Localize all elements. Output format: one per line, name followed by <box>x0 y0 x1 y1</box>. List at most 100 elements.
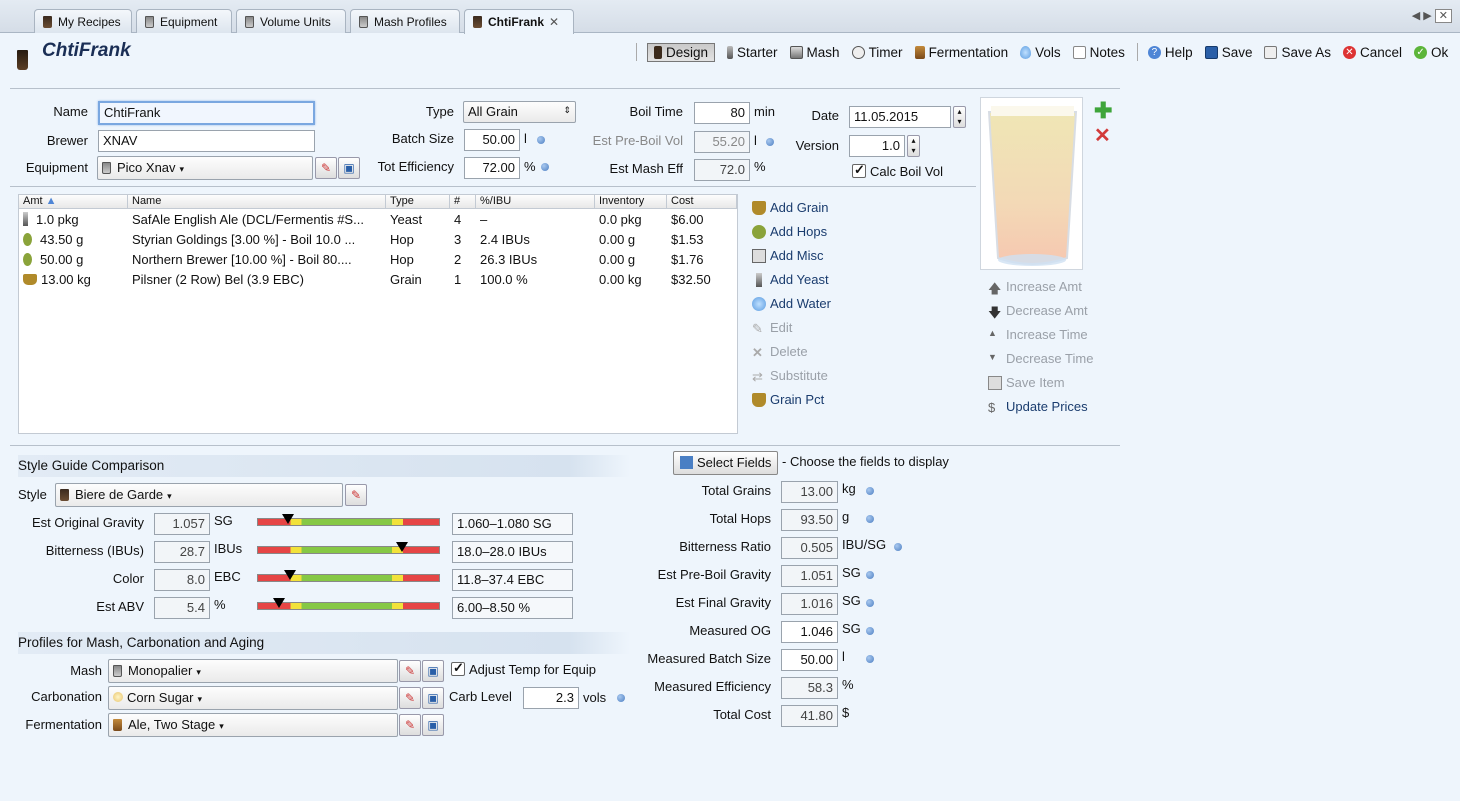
mash-profile-select[interactable]: Monopalier ▾ <box>108 659 398 683</box>
decrease-amt-button[interactable]: 🡇 Decrease Amt <box>988 303 1088 320</box>
select-fields-hint: - Choose the fields to display <box>782 454 949 469</box>
close-icon[interactable]: ✕ <box>1434 9 1452 23</box>
edit-button[interactable]: ✎ Edit <box>752 320 792 336</box>
column-header-name[interactable]: Name <box>128 195 386 208</box>
cancel-button[interactable]: ✕ Cancel <box>1343 45 1402 60</box>
info-dot-icon[interactable] <box>766 138 774 146</box>
boil-time-input[interactable]: 80 <box>694 102 750 124</box>
delete-icon[interactable]: ✕ <box>1094 126 1111 146</box>
ok-button[interactable]: ✓ Ok <box>1414 45 1448 60</box>
field-value[interactable]: 1.046 <box>781 621 838 643</box>
column-header-amt[interactable]: Amt ▲ <box>19 195 128 208</box>
info-dot-icon[interactable] <box>541 163 549 171</box>
amt-value: 13.00 kg <box>41 271 91 287</box>
style-metric-value: 5.4 <box>154 597 210 619</box>
info-dot-icon[interactable] <box>866 655 874 663</box>
column-header-type[interactable]: Type <box>386 195 450 208</box>
table-row[interactable]: 13.00 kg Pilsner (2 Row) Bel (3.9 EBC) G… <box>19 269 737 289</box>
info-dot-icon[interactable] <box>537 136 545 144</box>
save-mash-button[interactable]: ▣ <box>422 660 444 682</box>
tab-chtifrank[interactable]: ChtiFrank ✕ <box>464 9 574 34</box>
version-stepper[interactable]: ▴ ▾ <box>907 135 920 157</box>
column-header-pct-ibu[interactable]: %/IBU <box>476 195 595 208</box>
close-icon[interactable]: ✕ <box>549 15 559 29</box>
delete-button[interactable]: ✕ Delete <box>752 344 808 360</box>
select-fields-label: Select Fields <box>697 455 772 470</box>
add-icon[interactable]: ✚ <box>1094 100 1112 122</box>
column-header-inventory[interactable]: Inventory <box>595 195 667 208</box>
amt-value: 43.50 g <box>40 231 84 247</box>
version-input[interactable]: 1.0 <box>849 135 905 157</box>
tot-efficiency-input[interactable]: 72.00 <box>464 157 520 179</box>
starter-button[interactable]: Starter <box>727 45 778 60</box>
edit-style-button[interactable]: ✎ <box>345 484 367 506</box>
add-hops-button[interactable]: Add Hops <box>752 224 827 239</box>
increase-amt-button[interactable]: 🡅 Increase Amt <box>988 279 1082 296</box>
tab-my-recipes[interactable]: My Recipes <box>34 9 132 33</box>
chevron-left-icon[interactable]: ◀ <box>1412 10 1420 22</box>
substitute-button[interactable]: ⇄ Substitute <box>752 368 828 384</box>
select-fields-button[interactable]: Select Fields <box>673 451 779 475</box>
design-button[interactable]: Design <box>647 42 716 62</box>
carb-level-input[interactable]: 2.3 <box>523 687 579 709</box>
tab-equipment[interactable]: Equipment <box>136 9 232 33</box>
calc-boil-vol-checkbox[interactable]: Calc Boil Vol <box>852 162 943 179</box>
grain-pct-button[interactable]: Grain Pct <box>752 392 824 407</box>
save-carbonation-button[interactable]: ▣ <box>422 687 444 709</box>
vols-button[interactable]: Vols <box>1020 45 1061 60</box>
save-button[interactable]: Save <box>1204 45 1252 60</box>
chevron-right-icon[interactable]: ▶ <box>1423 10 1431 22</box>
add-grain-button[interactable]: Add Grain <box>752 200 829 215</box>
save-equipment-button[interactable]: ▣ <box>338 157 360 179</box>
brewer-label: Brewer <box>46 133 88 148</box>
save-as-button[interactable]: Save As <box>1264 45 1331 60</box>
info-dot-icon[interactable] <box>866 487 874 495</box>
adjust-temp-checkbox[interactable]: Adjust Temp for Equip <box>451 660 596 677</box>
edit-fermentation-button[interactable]: ✎ <box>399 714 421 736</box>
brewer-input[interactable]: XNAV <box>98 130 315 152</box>
date-input[interactable]: 11.05.2015 <box>849 106 951 128</box>
carbonation-select[interactable]: Corn Sugar ▾ <box>108 686 398 710</box>
date-stepper[interactable]: ▴ ▾ <box>953 106 966 128</box>
timer-button[interactable]: Timer <box>851 45 903 60</box>
increase-time-button[interactable]: ▲ Increase Time <box>988 327 1088 342</box>
tab-volume-units[interactable]: Volume Units <box>236 9 346 33</box>
fermentation-profile-select[interactable]: Ale, Two Stage ▾ <box>108 713 398 737</box>
column-header-num[interactable]: # <box>450 195 476 208</box>
add-yeast-button[interactable]: Add Yeast <box>752 272 829 287</box>
info-dot-icon[interactable] <box>866 515 874 523</box>
table-row[interactable]: 50.00 g Northern Brewer [10.00 %] - Boil… <box>19 249 737 269</box>
save-fermentation-button[interactable]: ▣ <box>422 714 444 736</box>
field-value[interactable]: 50.00 <box>781 649 838 671</box>
update-prices-button[interactable]: $ Update Prices <box>988 399 1088 415</box>
column-header-cost[interactable]: Cost <box>667 195 737 208</box>
batch-size-input[interactable]: 50.00 <box>464 129 520 151</box>
add-water-button[interactable]: Add Water <box>752 296 831 311</box>
carb-level-unit: vols <box>583 690 607 705</box>
decrease-time-button[interactable]: ▼ Decrease Time <box>988 351 1093 366</box>
save-item-button[interactable]: Save Item <box>988 375 1065 390</box>
edit-mash-button[interactable]: ✎ <box>399 660 421 682</box>
info-dot-icon[interactable] <box>894 543 902 551</box>
info-dot-icon[interactable] <box>866 599 874 607</box>
edit-equipment-button[interactable]: ✎ <box>315 157 337 179</box>
add-misc-button[interactable]: Add Misc <box>752 248 823 263</box>
help-button[interactable]: ? Help <box>1147 45 1193 60</box>
table-row[interactable]: 43.50 g Styrian Goldings [3.00 %] - Boil… <box>19 229 737 249</box>
name-input[interactable]: ChtiFrank <box>98 101 315 125</box>
type-select[interactable]: All Grain ⇕ <box>463 101 576 123</box>
info-dot-icon[interactable] <box>866 571 874 579</box>
info-dot-icon[interactable] <box>617 694 625 702</box>
equipment-select[interactable]: Pico Xnav ▾ <box>97 156 313 180</box>
tab-mash-profiles[interactable]: Mash Profiles <box>350 9 460 33</box>
notes-button[interactable]: Notes <box>1072 45 1125 60</box>
edit-carbonation-button[interactable]: ✎ <box>399 687 421 709</box>
style-select[interactable]: Biere de Garde ▾ <box>55 483 343 507</box>
fermentation-button[interactable]: Fermentation <box>914 45 1008 60</box>
mash-button[interactable]: Mash <box>789 45 840 60</box>
field-label: Measured Efficiency <box>654 679 771 694</box>
num-cell: 3 <box>454 231 462 247</box>
table-row[interactable]: 1.0 pkg SafAle English Ale (DCL/Fermenti… <box>19 209 737 229</box>
starter-label: Starter <box>737 44 778 60</box>
info-dot-icon[interactable] <box>866 627 874 635</box>
